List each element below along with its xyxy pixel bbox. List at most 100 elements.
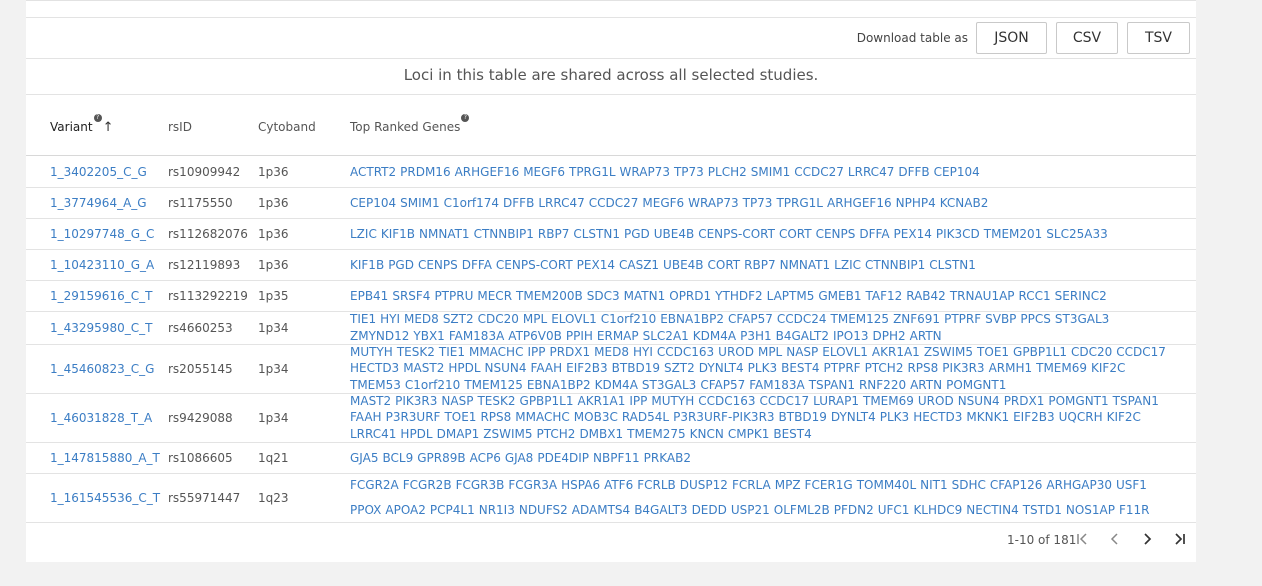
gene-link[interactable]: PEX14 — [577, 257, 615, 273]
gene-link[interactable]: DMBX1 — [579, 426, 623, 442]
gene-link[interactable]: B4GALT2 — [776, 328, 829, 344]
gene-link[interactable]: ADAMTS4 — [572, 502, 630, 518]
gene-link[interactable]: NMNAT1 — [780, 257, 831, 273]
gene-link[interactable]: MED8 — [404, 311, 439, 327]
variant-link[interactable]: 1_45460823_C_G — [50, 344, 154, 393]
gene-link[interactable]: TMEM125 — [464, 377, 523, 393]
gene-link[interactable]: KIF2C — [1091, 360, 1125, 376]
gene-link[interactable]: PGD — [388, 257, 414, 273]
gene-link[interactable]: KIF2C — [1107, 409, 1141, 425]
gene-link[interactable]: GPBP1L1 — [520, 393, 574, 409]
gene-link[interactable]: UROD — [718, 344, 754, 360]
gene-link[interactable]: RAB42 — [906, 288, 946, 304]
gene-link[interactable]: KIF1B — [350, 257, 384, 273]
gene-link[interactable]: MOB3C — [574, 409, 618, 425]
gene-link[interactable]: PGD — [624, 226, 650, 242]
gene-link[interactable]: EBNA1BP2 — [527, 377, 591, 393]
gene-link[interactable]: SZT2 — [443, 311, 474, 327]
gene-link[interactable]: BTBD19 — [779, 409, 827, 425]
gene-link[interactable]: ST3GAL3 — [1055, 311, 1109, 327]
gene-link[interactable]: SDHC — [952, 477, 986, 493]
gene-link[interactable]: FCGR2B — [403, 477, 452, 493]
gene-link[interactable]: GPR89B — [417, 450, 465, 466]
gene-link[interactable]: TESK2 — [397, 344, 435, 360]
variant-link[interactable]: 1_3774964_A_G — [50, 187, 147, 218]
gene-link[interactable]: TP73 — [743, 195, 773, 211]
gene-link[interactable]: ACP6 — [470, 450, 501, 466]
gene-link[interactable]: CTNNBIP1 — [474, 226, 534, 242]
gene-link[interactable]: ATP6V0B — [508, 328, 562, 344]
column-header-variant[interactable]: Variant?↑ — [50, 114, 113, 135]
gene-link[interactable]: MUTYH — [651, 393, 694, 409]
gene-link[interactable]: PLK3 — [748, 360, 777, 376]
gene-link[interactable]: TMEM125 — [831, 311, 890, 327]
gene-link[interactable]: SVBP — [985, 311, 1016, 327]
gene-link[interactable]: RPS8 — [907, 360, 938, 376]
gene-link[interactable]: NR1I3 — [479, 502, 515, 518]
gene-link[interactable]: EPB41 — [350, 288, 388, 304]
download-tsv-button[interactable]: TSV — [1127, 22, 1190, 54]
gene-link[interactable]: NOS1AP — [1066, 502, 1115, 518]
gene-link[interactable]: CCDC17 — [1116, 344, 1166, 360]
gene-link[interactable]: USF1 — [1116, 477, 1147, 493]
gene-link[interactable]: SLC2A1 — [643, 328, 689, 344]
gene-link[interactable]: ZMYND12 — [350, 328, 409, 344]
gene-link[interactable]: PTCH2 — [865, 360, 904, 376]
gene-link[interactable]: TOE1 — [444, 409, 476, 425]
gene-link[interactable]: CENPS-CORT — [698, 226, 775, 242]
gene-link[interactable]: FCRLB — [637, 477, 676, 493]
gene-link[interactable]: NSUN4 — [485, 360, 527, 376]
gene-link[interactable]: ATF6 — [604, 477, 633, 493]
gene-link[interactable]: CCDC24 — [777, 311, 827, 327]
gene-link[interactable]: KLHDC9 — [913, 502, 962, 518]
gene-link[interactable]: PRKAB2 — [644, 450, 691, 466]
gene-link[interactable]: TSPAN1 — [809, 377, 855, 393]
gene-link[interactable]: LZIC — [350, 226, 377, 242]
gene-link[interactable]: PDE4DIP — [537, 450, 589, 466]
gene-link[interactable]: NDUFS2 — [519, 502, 568, 518]
gene-link[interactable]: OLFML2B — [774, 502, 830, 518]
gene-link[interactable]: CDC20 — [1071, 344, 1112, 360]
gene-link[interactable]: YBX1 — [413, 328, 444, 344]
gene-link[interactable]: MMACHC — [515, 409, 570, 425]
gene-link[interactable]: NIT1 — [920, 477, 947, 493]
gene-link[interactable]: TMEM69 — [863, 393, 914, 409]
gene-link[interactable]: LURAP1 — [813, 393, 859, 409]
gene-link[interactable]: SMIM1 — [400, 195, 440, 211]
last-page-icon[interactable] — [1170, 530, 1188, 548]
gene-link[interactable]: CCDC163 — [698, 393, 755, 409]
gene-link[interactable]: HECTD3 — [913, 409, 962, 425]
gene-link[interactable]: CCDC17 — [760, 393, 810, 409]
gene-link[interactable]: GPBP1L1 — [1013, 344, 1067, 360]
gene-link[interactable]: TAF12 — [865, 288, 902, 304]
gene-link[interactable]: TESK2 — [477, 393, 515, 409]
gene-link[interactable]: CLSTN1 — [573, 226, 620, 242]
gene-link[interactable]: UFC1 — [878, 502, 910, 518]
variant-link[interactable]: 1_10297748_G_C — [50, 218, 154, 249]
gene-link[interactable]: NMNAT1 — [419, 226, 470, 242]
gene-link[interactable]: PFDN2 — [834, 502, 874, 518]
gene-link[interactable]: ERMAP — [597, 328, 639, 344]
gene-link[interactable]: FAAH — [350, 409, 382, 425]
gene-link[interactable]: MAST2 — [350, 393, 391, 409]
gene-link[interactable]: MMACHC — [469, 344, 524, 360]
gene-link[interactable]: ST3GAL3 — [642, 377, 696, 393]
gene-link[interactable]: P3R3URF — [386, 409, 441, 425]
gene-link[interactable]: TRNAU1AP — [950, 288, 1015, 304]
gene-link[interactable]: TPRG1L — [569, 164, 616, 180]
gene-link[interactable]: ZSWIM5 — [483, 426, 532, 442]
gene-link[interactable]: DEDD — [692, 502, 727, 518]
gene-link[interactable]: ARHGEF16 — [455, 164, 520, 180]
gene-link[interactable]: LRRC47 — [848, 164, 894, 180]
gene-link[interactable]: IPO13 — [833, 328, 869, 344]
gene-link[interactable]: SMIM1 — [751, 164, 791, 180]
gene-link[interactable]: POMGNT1 — [946, 377, 1006, 393]
gene-link[interactable]: DPH2 — [873, 328, 906, 344]
gene-link[interactable]: LRRC41 — [350, 426, 396, 442]
gene-link[interactable]: PRDX1 — [549, 344, 590, 360]
gene-link[interactable]: MPL — [758, 344, 782, 360]
gene-link[interactable]: TMEM200B — [516, 288, 583, 304]
gene-link[interactable]: PPOX — [350, 502, 381, 518]
gene-link[interactable]: DFFA — [859, 226, 889, 242]
gene-link[interactable]: ARMH1 — [989, 360, 1033, 376]
